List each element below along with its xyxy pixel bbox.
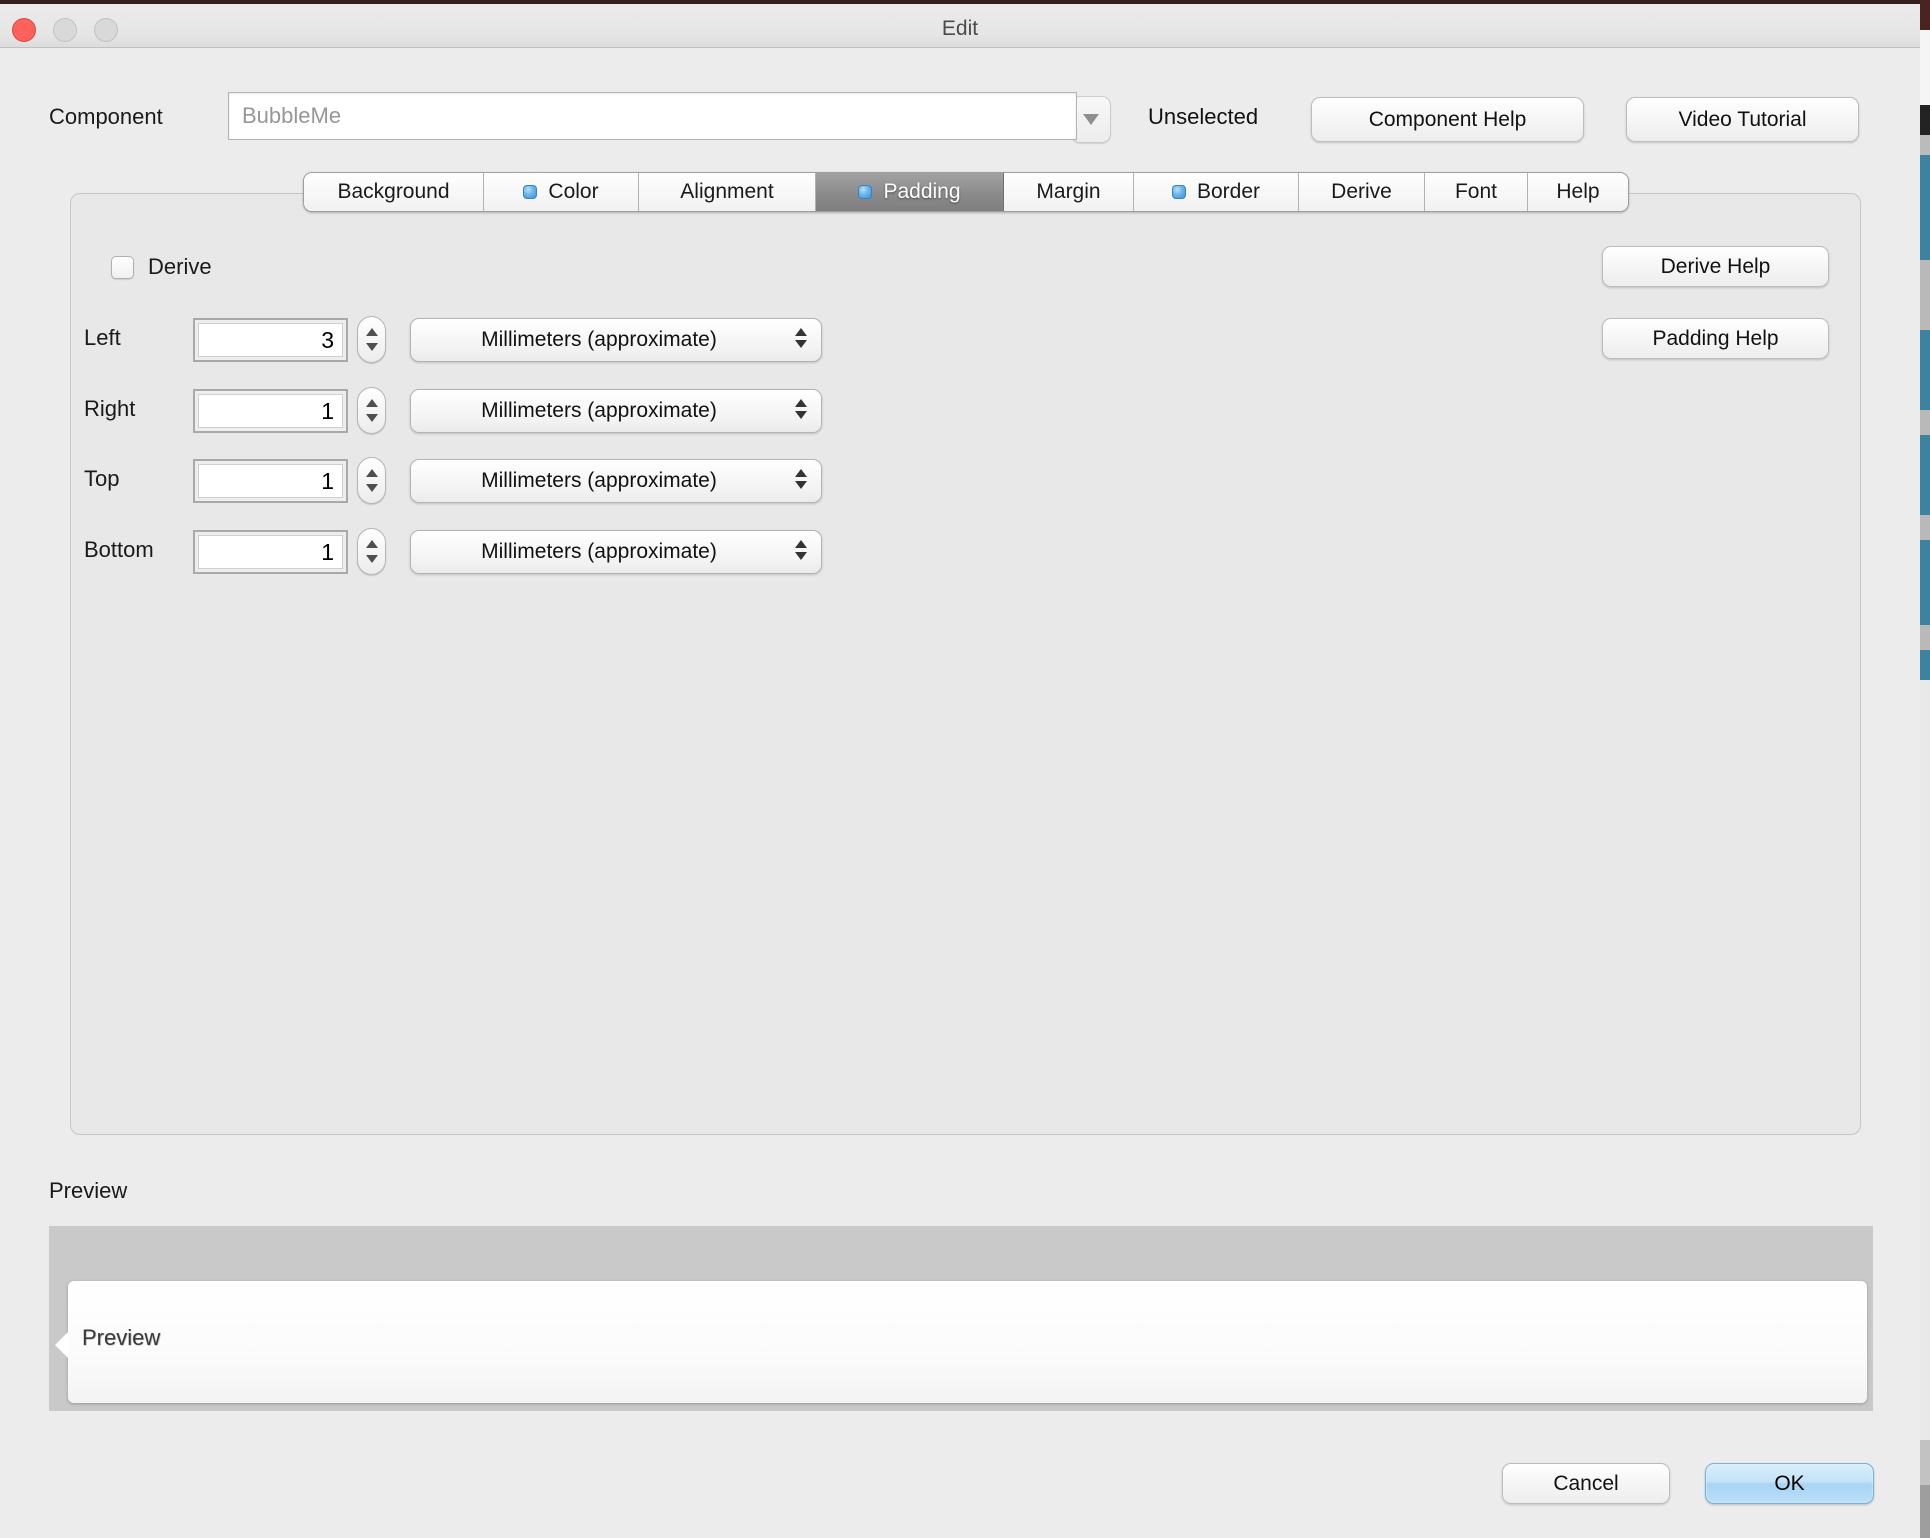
- right-unit-select[interactable]: Millimeters (approximate): [410, 389, 822, 433]
- stepper-down-icon: [366, 343, 378, 351]
- unit-select-value: Millimeters (approximate): [481, 399, 717, 423]
- tab-label: Color: [548, 180, 598, 204]
- tab-label: Border: [1197, 180, 1260, 204]
- right-stepper[interactable]: [357, 387, 386, 434]
- right-value-input[interactable]: [198, 394, 343, 428]
- select-arrows-icon: [795, 399, 807, 419]
- preview-bubble: Preview: [68, 1281, 1867, 1403]
- tab-indicator-icon: [1172, 185, 1186, 199]
- left-value-field-frame: [193, 318, 348, 362]
- dropdown-arrow-icon: [1083, 114, 1099, 125]
- component-label: Component: [49, 104, 163, 130]
- stepper-down-icon: [366, 555, 378, 563]
- stepper-up-icon: [366, 540, 378, 548]
- background-app-sliver: [1920, 0, 1930, 1538]
- left-value-input[interactable]: [198, 323, 343, 357]
- ok-button[interactable]: OK: [1705, 1463, 1874, 1504]
- top-unit-select[interactable]: Millimeters (approximate): [410, 459, 822, 503]
- component-help-button[interactable]: Component Help: [1311, 97, 1584, 142]
- tab-background[interactable]: Background: [304, 173, 484, 211]
- bottom-unit-select[interactable]: Millimeters (approximate): [410, 530, 822, 574]
- tab-label: Padding: [883, 180, 960, 204]
- bottom-stepper[interactable]: [357, 528, 386, 575]
- top-value-field-frame: [193, 459, 348, 503]
- top-value-input[interactable]: [198, 464, 343, 498]
- unit-select-value: Millimeters (approximate): [481, 540, 717, 564]
- tab-label: Font: [1455, 180, 1497, 204]
- left-stepper[interactable]: [357, 316, 386, 363]
- bottom-value-field-frame: [193, 530, 348, 574]
- right-value-field-frame: [193, 389, 348, 433]
- tab-label: Margin: [1036, 180, 1100, 204]
- derive-help-button[interactable]: Derive Help: [1602, 246, 1829, 287]
- stepper-down-icon: [366, 484, 378, 492]
- tab-indicator-icon: [523, 185, 537, 199]
- left-unit-select[interactable]: Millimeters (approximate): [410, 318, 822, 362]
- unit-select-value: Millimeters (approximate): [481, 469, 717, 493]
- bottom-value-input[interactable]: [198, 535, 343, 569]
- window-title: Edit: [0, 17, 1920, 41]
- titlebar: Edit: [0, 4, 1920, 48]
- tab-indicator-icon: [858, 185, 872, 199]
- select-arrows-icon: [795, 469, 807, 489]
- tab-label: Alignment: [680, 180, 773, 204]
- tab-alignment[interactable]: Alignment: [639, 173, 816, 211]
- unit-select-value: Millimeters (approximate): [481, 328, 717, 352]
- select-arrows-icon: [795, 328, 807, 348]
- video-tutorial-button[interactable]: Video Tutorial: [1626, 97, 1859, 142]
- row-label-top: Top: [84, 466, 119, 492]
- preview-bubble-text: Preview: [82, 1325, 160, 1351]
- stepper-down-icon: [366, 414, 378, 422]
- tab-color[interactable]: Color: [484, 173, 639, 211]
- tab-bar: Background Color Alignment Padding Margi…: [303, 172, 1629, 212]
- preview-section-label: Preview: [49, 1178, 127, 1204]
- bubble-tail-icon: [55, 1331, 69, 1359]
- stepper-up-icon: [366, 469, 378, 477]
- tab-label: Derive: [1331, 180, 1392, 204]
- padding-help-button[interactable]: Padding Help: [1602, 318, 1829, 359]
- tab-margin[interactable]: Margin: [1004, 173, 1134, 211]
- row-label-bottom: Bottom: [84, 537, 154, 563]
- tab-padding[interactable]: Padding: [816, 173, 1004, 211]
- derive-checkbox-label: Derive: [148, 254, 212, 280]
- component-name-input[interactable]: [228, 92, 1077, 140]
- cancel-button[interactable]: Cancel: [1502, 1463, 1670, 1504]
- tab-label: Background: [337, 180, 449, 204]
- tab-help[interactable]: Help: [1528, 173, 1628, 211]
- tab-font[interactable]: Font: [1425, 173, 1528, 211]
- selection-status: Unselected: [1148, 104, 1258, 130]
- top-stepper[interactable]: [357, 457, 386, 504]
- derive-checkbox[interactable]: [111, 256, 134, 279]
- tab-derive[interactable]: Derive: [1299, 173, 1425, 211]
- stepper-up-icon: [366, 328, 378, 336]
- tab-border[interactable]: Border: [1134, 173, 1299, 211]
- stepper-up-icon: [366, 399, 378, 407]
- row-label-left: Left: [84, 325, 121, 351]
- row-label-right: Right: [84, 396, 135, 422]
- preview-area: Preview: [49, 1226, 1873, 1411]
- select-arrows-icon: [795, 540, 807, 560]
- tab-label: Help: [1556, 180, 1599, 204]
- component-dropdown-button[interactable]: [1071, 96, 1111, 143]
